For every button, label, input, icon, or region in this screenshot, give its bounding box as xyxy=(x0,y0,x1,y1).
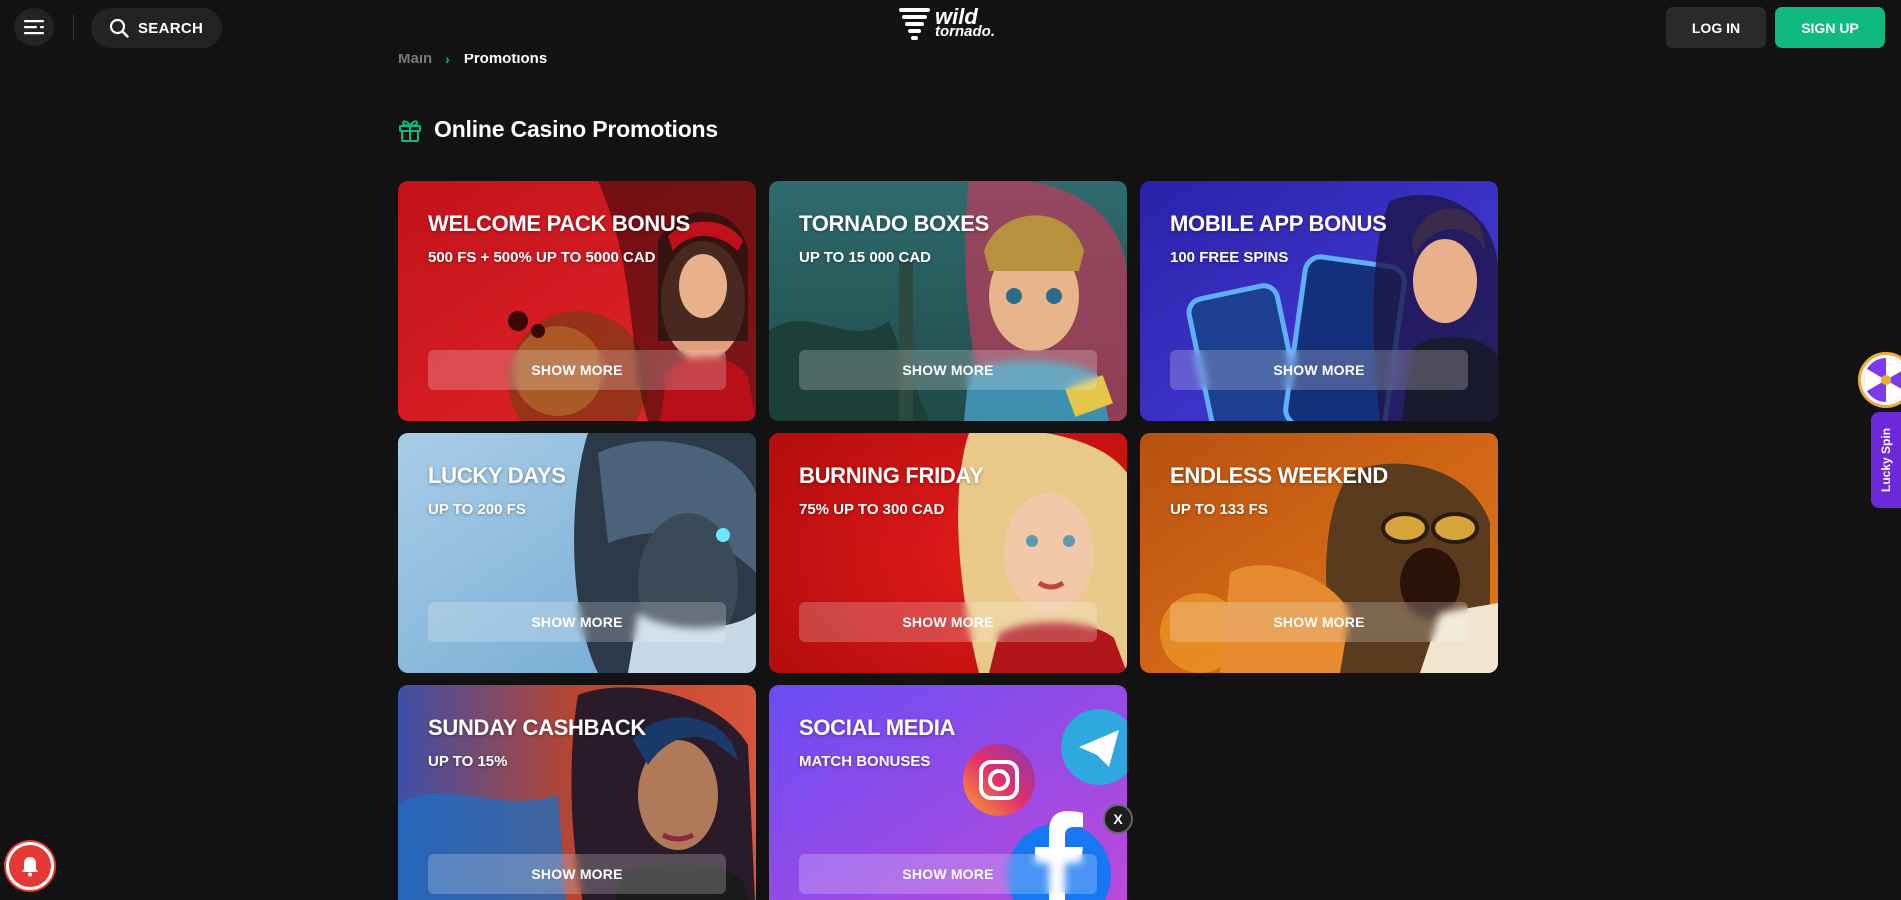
show-more-button[interactable]: SHOW MORE xyxy=(799,602,1097,642)
promo-card-lucky-days[interactable]: LUCKY DAYS UP TO 200 FS SHOW MORE xyxy=(398,433,756,673)
promo-card-tornado-boxes[interactable]: TORNADO BOXES UP TO 15 000 CAD SHOW MORE xyxy=(769,181,1127,421)
promo-subtitle: 100 FREE SPINS xyxy=(1170,249,1289,266)
promo-title: BURNING FRIDAY xyxy=(799,463,984,488)
gift-icon xyxy=(399,119,421,142)
promo-subtitle: UP TO 200 FS xyxy=(428,501,526,518)
top-header: SEARCH wild tornado. LOG IN SIGN UP xyxy=(0,0,1901,54)
notification-bell-button[interactable] xyxy=(6,842,54,890)
promo-title: LUCKY DAYS xyxy=(428,463,566,488)
promo-card-welcome-pack[interactable]: WELCOME PACK BONUS 500 FS + 500% UP TO 5… xyxy=(398,181,756,421)
lucky-spin-widget[interactable]: Lucky Spin xyxy=(1858,352,1901,508)
promo-card-sunday-cashback[interactable]: SUNDAY CASHBACK UP TO 15% SHOW MORE xyxy=(398,685,756,900)
search-label: SEARCH xyxy=(138,19,204,37)
promo-card-burning-friday[interactable]: BURNING FRIDAY 75% UP TO 300 CAD SHOW MO… xyxy=(769,433,1127,673)
hamburger-icon xyxy=(24,20,44,35)
show-more-button[interactable]: SHOW MORE xyxy=(428,602,726,642)
promo-title: SOCIAL MEDIA xyxy=(799,715,956,740)
header-divider xyxy=(73,14,74,40)
wheel-icon xyxy=(1858,352,1901,408)
promo-card-mobile-app[interactable]: MOBILE APP BONUS 100 FREE SPINS SHOW MOR… xyxy=(1140,181,1498,421)
promo-subtitle: MATCH BONUSES xyxy=(799,753,931,770)
logo-text: wild tornado. xyxy=(935,5,995,40)
search-button[interactable]: SEARCH xyxy=(91,8,222,48)
show-more-button[interactable]: SHOW MORE xyxy=(428,350,726,390)
lucky-spin-tab[interactable]: Lucky Spin xyxy=(1871,412,1901,508)
search-icon xyxy=(109,18,129,38)
show-more-button[interactable]: SHOW MORE xyxy=(1170,602,1468,642)
logo-line-2: tornado. xyxy=(935,22,995,40)
x-social-icon[interactable]: X xyxy=(1103,804,1133,834)
page-title: Online Casino Promotions xyxy=(434,116,719,142)
promo-card-endless-weekend[interactable]: ENDLESS WEEKEND UP TO 133 FS SHOW MORE xyxy=(1140,433,1498,673)
show-more-button[interactable]: SHOW MORE xyxy=(799,350,1097,390)
promo-title: ENDLESS WEEKEND xyxy=(1170,463,1388,488)
promo-subtitle: 500 FS + 500% UP TO 5000 CAD xyxy=(428,249,656,266)
promo-title: TORNADO BOXES xyxy=(799,211,990,236)
promo-subtitle: UP TO 15 000 CAD xyxy=(799,249,932,266)
show-more-button[interactable]: SHOW MORE xyxy=(428,854,726,894)
promo-title: SUNDAY CASHBACK xyxy=(428,715,646,740)
tornado-logo-icon xyxy=(899,8,930,40)
promo-title: WELCOME PACK BONUS xyxy=(428,211,690,236)
menu-button[interactable] xyxy=(14,8,54,46)
show-more-button[interactable]: SHOW MORE xyxy=(1170,350,1468,390)
promo-subtitle: UP TO 133 FS xyxy=(1170,501,1268,518)
promo-title: MOBILE APP BONUS xyxy=(1170,211,1387,236)
promo-card-social-media[interactable]: SOCIAL MEDIA MATCH BONUSES SHOW MORE xyxy=(769,685,1127,900)
promo-subtitle: 75% UP TO 300 CAD xyxy=(799,501,945,518)
show-more-button[interactable]: SHOW MORE xyxy=(799,854,1097,894)
login-button[interactable]: LOG IN xyxy=(1666,7,1766,48)
lucky-spin-label: Lucky Spin xyxy=(1879,427,1894,493)
signup-button[interactable]: SIGN UP xyxy=(1775,7,1885,48)
promo-subtitle: UP TO 15% xyxy=(428,753,508,770)
bell-icon xyxy=(22,857,38,877)
site-logo[interactable]: wild tornado. xyxy=(898,4,1004,42)
page-heading: Online Casino Promotions xyxy=(398,116,718,143)
